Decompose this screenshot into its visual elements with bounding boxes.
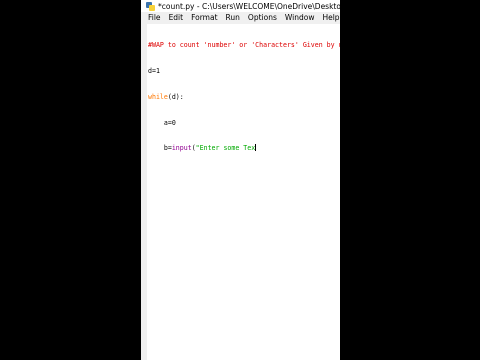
menu-run[interactable]: Run bbox=[225, 13, 241, 22]
while-keyword: while bbox=[148, 92, 168, 101]
menu-format[interactable]: Format bbox=[190, 13, 218, 22]
code-line-1: #WAP to count 'number' or 'Characters' G… bbox=[147, 41, 340, 50]
comment-text: #WAP to count 'number' or 'Characters' G… bbox=[148, 41, 340, 50]
code-line-2: d=1 bbox=[147, 67, 340, 76]
python-idle-icon bbox=[146, 1, 155, 11]
code-line-3: while(d): bbox=[147, 93, 340, 102]
string-literal: "Enter some Tex bbox=[195, 144, 256, 153]
menu-options[interactable]: Options bbox=[247, 13, 278, 22]
menu-file[interactable]: File bbox=[147, 13, 162, 22]
menu-edit[interactable]: Edit bbox=[168, 13, 185, 22]
window-title: *count.py - C:\Users\WELCOME\OneDrive\De… bbox=[158, 1, 340, 11]
code-editor[interactable]: #WAP to count 'number' or 'Characters' G… bbox=[147, 24, 340, 360]
input-builtin: input bbox=[171, 144, 192, 153]
assignment-text: d=1 bbox=[148, 66, 160, 75]
text-cursor bbox=[255, 144, 257, 152]
assignment-prefix: b= bbox=[148, 144, 172, 153]
code-line-5: b=input("Enter some Tex bbox=[147, 144, 340, 153]
idle-editor-window: *count.py - C:\Users\WELCOME\OneDrive\De… bbox=[141, 0, 340, 360]
assignment-text: a=0 bbox=[148, 118, 176, 127]
while-condition: (d): bbox=[167, 92, 184, 101]
code-line-4: a=0 bbox=[147, 119, 340, 128]
menu-window[interactable]: Window bbox=[284, 13, 316, 22]
menu-bar: File Edit Format Run Options Window Help bbox=[141, 12, 340, 23]
menu-help[interactable]: Help bbox=[321, 13, 340, 22]
title-bar: *count.py - C:\Users\WELCOME\OneDrive\De… bbox=[141, 0, 340, 12]
